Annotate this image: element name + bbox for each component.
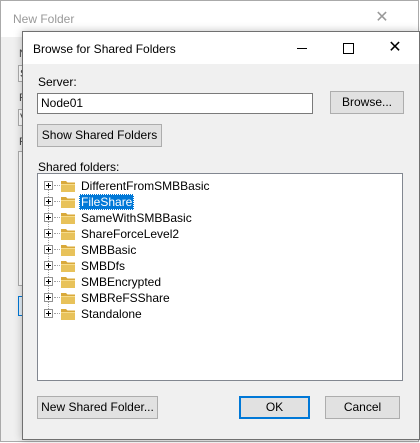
tree-item-label: DifferentFromSMBBasic [81,179,210,193]
tree-item[interactable]: SameWithSMBBasic [38,210,398,226]
new-folder-title: New Folder [13,12,75,26]
folder-icon [61,293,75,304]
shared-folders-label: Shared folders: [38,160,120,174]
close-icon: ✕ [388,39,402,56]
expand-icon[interactable] [44,261,53,270]
minimize-icon [297,47,307,49]
tree-item-label: SMBEncrypted [81,275,162,289]
tree-item[interactable]: SMBReFSShare [38,290,398,306]
shared-folders-tree[interactable]: DifferentFromSMBBasic FileShare SameWithSM… [37,173,403,381]
folder-icon [61,229,75,240]
dialog-titlebar: Browse for Shared Folders ✕ [23,32,419,64]
tree-item[interactable]: SMBEncrypted [38,274,398,290]
folder-icon [61,245,75,256]
show-shared-folders-button[interactable]: Show Shared Folders [37,124,162,147]
maximize-icon [342,42,354,54]
ok-button[interactable]: OK [239,396,310,419]
dialog-title: Browse for Shared Folders [33,42,176,56]
tree-item[interactable]: FileShare [38,194,398,210]
maximize-button[interactable] [325,32,371,64]
tree-item-label: SMBReFSShare [81,291,170,305]
tree-item-label: FileShare [79,194,135,210]
server-input[interactable]: Node01 [37,93,313,114]
folder-icon [61,309,75,320]
folder-icon [61,213,75,224]
expand-icon[interactable] [44,197,53,206]
tree-item[interactable]: Standalone [38,306,398,322]
new-shared-folder-button[interactable]: New Shared Folder... [37,396,158,419]
server-label: Server: [38,75,77,89]
expand-icon[interactable] [44,293,53,302]
folder-icon [61,277,75,288]
browse-shared-folders-dialog: Browse for Shared Folders ✕ Server: Node… [22,31,420,440]
expand-icon[interactable] [44,181,53,190]
folder-icon [61,197,75,208]
tree-item-label: SMBBasic [81,243,137,257]
folder-icon [61,261,75,272]
folder-icon [61,181,75,192]
expand-icon[interactable] [44,245,53,254]
close-button[interactable]: ✕ [372,32,418,64]
expand-icon[interactable] [44,213,53,222]
tree-item-label: SameWithSMBBasic [81,211,192,225]
expand-icon[interactable] [44,229,53,238]
tree-item-label: ShareForceLevel2 [81,227,180,241]
cancel-button[interactable]: Cancel [325,396,400,419]
tree-item-label: Standalone [81,307,142,321]
tree-item[interactable]: DifferentFromSMBBasic [38,178,398,194]
tree-item[interactable]: SMBBasic [38,242,398,258]
new-folder-close-icon[interactable]: ✕ [373,9,391,27]
tree-item[interactable]: ShareForceLevel2 [38,226,398,242]
minimize-button[interactable] [279,32,325,64]
expand-icon[interactable] [44,309,53,318]
tree-item-label: SMBDfs [81,259,126,273]
browse-button[interactable]: Browse... [330,91,404,114]
expand-icon[interactable] [44,277,53,286]
tree-item[interactable]: SMBDfs [38,258,398,274]
